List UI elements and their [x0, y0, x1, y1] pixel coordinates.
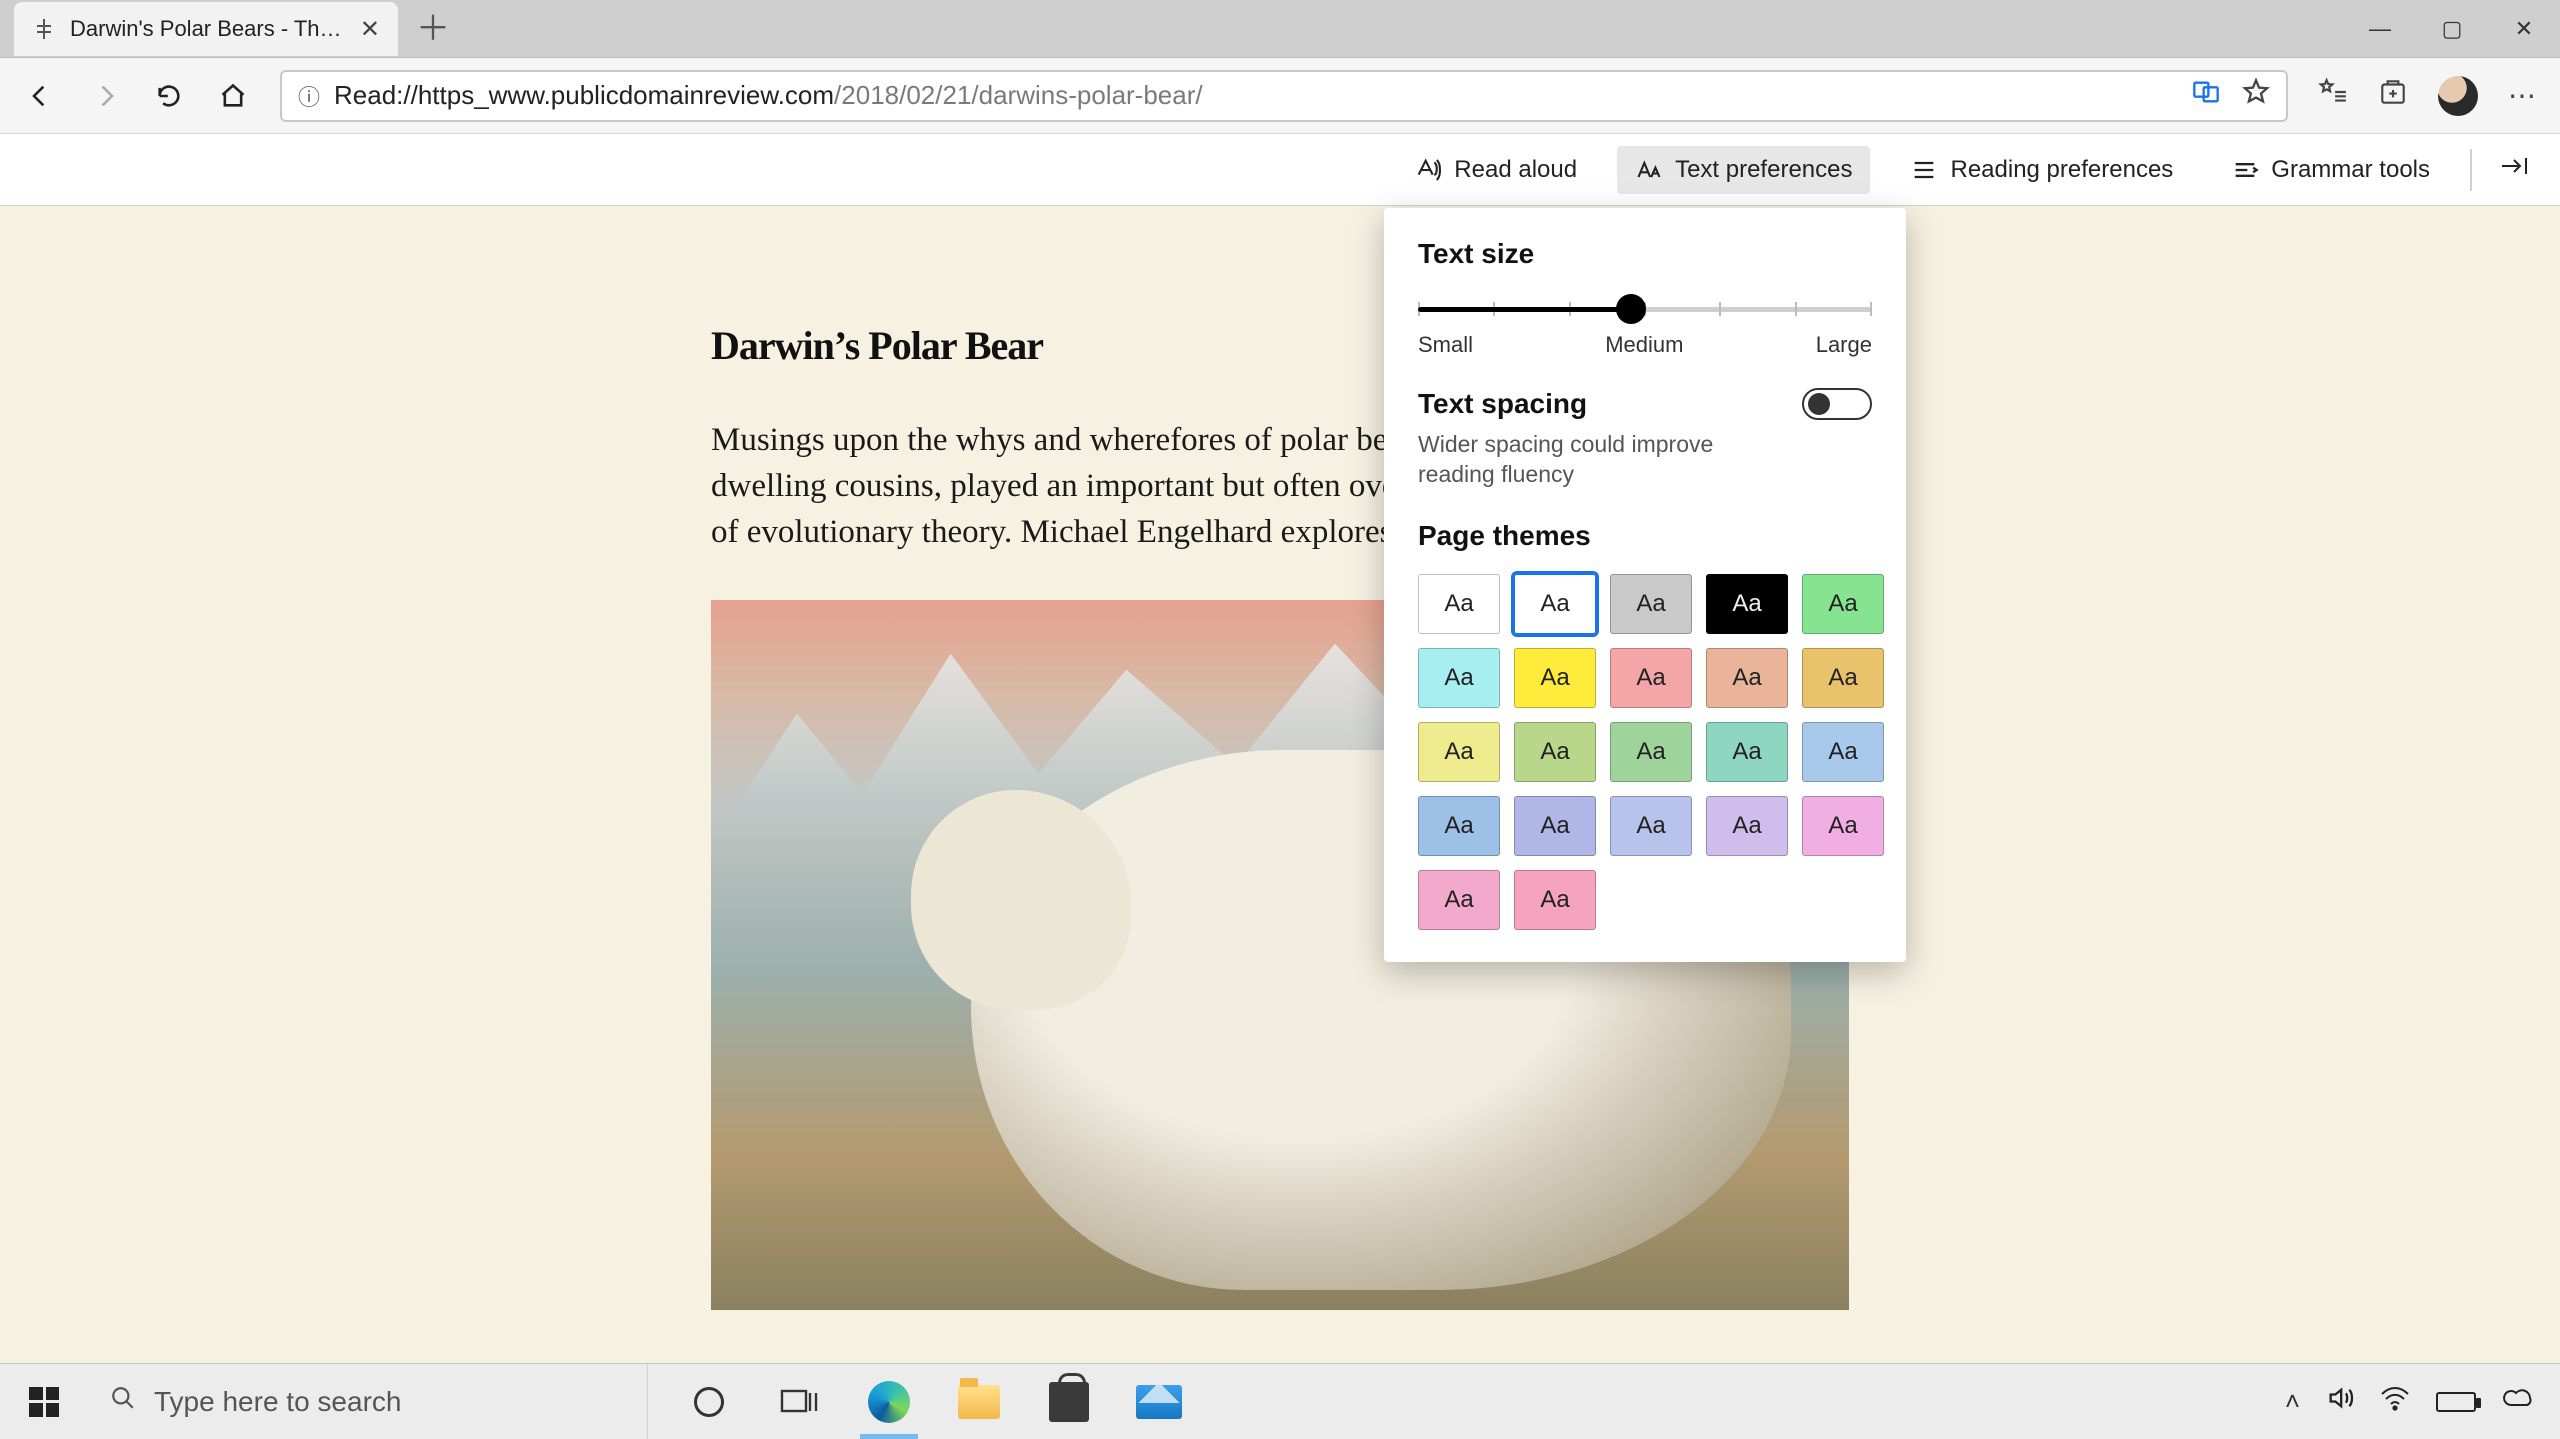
favorite-star-icon[interactable]	[2242, 78, 2270, 113]
tray-battery-icon[interactable]	[2436, 1392, 2476, 1412]
taskbar-app-mail[interactable]	[1122, 1364, 1196, 1439]
start-button[interactable]	[0, 1364, 88, 1439]
mail-icon	[1136, 1385, 1182, 1419]
profile-avatar[interactable]	[2438, 76, 2478, 116]
reader-toolbar: Read aloud Text preferences Reading pref…	[0, 134, 2560, 206]
text-spacing-heading: Text spacing	[1418, 388, 1587, 420]
read-aloud-label: Read aloud	[1454, 156, 1577, 184]
address-bar[interactable]: ⓘ Read://https_www.publicdomainreview.co…	[280, 70, 2288, 122]
theme-swatch-6[interactable]: Aa	[1514, 648, 1596, 708]
theme-swatch-9[interactable]: Aa	[1802, 648, 1884, 708]
theme-swatch-0[interactable]: Aa	[1418, 574, 1500, 634]
theme-swatch-19[interactable]: Aa	[1802, 796, 1884, 856]
url-prefix: Read://https_www.publicdomainreview.com/…	[334, 80, 1203, 111]
windows-logo-icon	[29, 1387, 59, 1417]
text-preferences-label: Text preferences	[1675, 156, 1852, 184]
text-preferences-popover: Text size Small Medium Large Text spacin…	[1384, 208, 1906, 962]
taskbar-search-placeholder: Type here to search	[154, 1386, 401, 1418]
browser-tab[interactable]: Darwin's Polar Bears - The Pu… ✕	[14, 2, 398, 56]
forward-button[interactable]	[88, 79, 122, 113]
tab-title: Darwin's Polar Bears - The Pu…	[70, 16, 346, 42]
slider-label-medium: Medium	[1605, 332, 1683, 358]
browser-toolbar: ⓘ Read://https_www.publicdomainreview.co…	[0, 58, 2560, 134]
edge-icon	[868, 1381, 910, 1423]
theme-swatch-16[interactable]: Aa	[1514, 796, 1596, 856]
theme-swatch-4[interactable]: Aa	[1802, 574, 1884, 634]
theme-swatch-12[interactable]: Aa	[1610, 722, 1692, 782]
tray-overflow-icon[interactable]: ˄	[2285, 1386, 2300, 1417]
taskbar-app-edge[interactable]	[852, 1364, 926, 1439]
tab-close-button[interactable]: ✕	[360, 15, 380, 44]
window-titlebar: Darwin's Polar Bears - The Pu… ✕ ＋ — ▢ ✕	[0, 0, 2560, 58]
taskbar-pinned-apps	[672, 1364, 1196, 1439]
slider-label-large: Large	[1816, 332, 1872, 358]
text-spacing-description: Wider spacing could improve reading flue…	[1418, 430, 1788, 490]
favorites-menu-icon[interactable]	[2318, 77, 2348, 114]
text-spacing-toggle[interactable]	[1802, 388, 1872, 420]
back-button[interactable]	[24, 79, 58, 113]
theme-swatch-8[interactable]: Aa	[1706, 648, 1788, 708]
cortana-button[interactable]	[672, 1364, 746, 1439]
reader-toolbar-separator	[2470, 149, 2472, 191]
theme-swatch-3[interactable]: Aa	[1706, 574, 1788, 634]
reading-preferences-button[interactable]: Reading preferences	[1892, 146, 2191, 194]
grammar-tools-button[interactable]: Grammar tools	[2213, 146, 2448, 194]
file-explorer-icon	[958, 1385, 1000, 1419]
window-controls: — ▢ ✕	[2344, 0, 2560, 58]
address-bar-actions	[2192, 78, 2270, 113]
theme-swatch-13[interactable]: Aa	[1706, 722, 1788, 782]
theme-swatch-18[interactable]: Aa	[1706, 796, 1788, 856]
theme-swatch-17[interactable]: Aa	[1610, 796, 1692, 856]
home-button[interactable]	[216, 79, 250, 113]
theme-swatch-5[interactable]: Aa	[1418, 648, 1500, 708]
text-preferences-button[interactable]: Text preferences	[1617, 146, 1870, 194]
tray-onedrive-icon[interactable]	[2502, 1386, 2536, 1417]
window-maximize-button[interactable]: ▢	[2416, 0, 2488, 58]
taskbar-search[interactable]: Type here to search	[88, 1364, 648, 1439]
window-minimize-button[interactable]: —	[2344, 0, 2416, 58]
page-themes-grid: AaAaAaAaAaAaAaAaAaAaAaAaAaAaAaAaAaAaAaAa…	[1418, 574, 1872, 930]
theme-swatch-10[interactable]: Aa	[1418, 722, 1500, 782]
text-size-slider-labels: Small Medium Large	[1418, 332, 1872, 358]
theme-swatch-21[interactable]: Aa	[1514, 870, 1596, 930]
translate-icon[interactable]	[2192, 78, 2220, 113]
taskbar-app-explorer[interactable]	[942, 1364, 1016, 1439]
new-tab-button[interactable]: ＋	[416, 12, 450, 46]
page-themes-heading: Page themes	[1418, 520, 1872, 552]
system-tray: ˄	[2285, 1384, 2560, 1419]
tray-sound-icon[interactable]	[2326, 1384, 2354, 1419]
search-icon	[110, 1385, 136, 1418]
taskbar-app-store[interactable]	[1032, 1364, 1106, 1439]
theme-swatch-2[interactable]: Aa	[1610, 574, 1692, 634]
more-menu-icon[interactable]: ⋯	[2508, 79, 2536, 112]
collections-icon[interactable]	[2378, 77, 2408, 114]
text-size-slider[interactable]	[1418, 292, 1872, 326]
microsoft-store-icon	[1049, 1382, 1089, 1422]
taskbar: Type here to search ˄	[0, 1363, 2560, 1439]
reading-preferences-label: Reading preferences	[1950, 156, 2173, 184]
text-size-heading: Text size	[1418, 238, 1872, 270]
tray-wifi-icon[interactable]	[2380, 1385, 2410, 1418]
toolbar-right-icons: ⋯	[2318, 76, 2536, 116]
tab-favicon	[32, 17, 56, 41]
read-aloud-button[interactable]: Read aloud	[1396, 146, 1595, 194]
pin-toolbar-button[interactable]	[2494, 148, 2536, 191]
task-view-button[interactable]	[762, 1364, 836, 1439]
theme-swatch-7[interactable]: Aa	[1610, 648, 1692, 708]
window-close-button[interactable]: ✕	[2488, 0, 2560, 58]
site-info-icon[interactable]: ⓘ	[298, 80, 320, 112]
refresh-button[interactable]	[152, 79, 186, 113]
grammar-tools-label: Grammar tools	[2271, 156, 2430, 184]
theme-swatch-15[interactable]: Aa	[1418, 796, 1500, 856]
slider-label-small: Small	[1418, 332, 1473, 358]
theme-swatch-20[interactable]: Aa	[1418, 870, 1500, 930]
reader-page: Darwin’s Polar Bear Musings upon the why…	[0, 206, 2560, 1363]
theme-swatch-1[interactable]: Aa	[1514, 574, 1596, 634]
theme-swatch-14[interactable]: Aa	[1802, 722, 1884, 782]
theme-swatch-11[interactable]: Aa	[1514, 722, 1596, 782]
